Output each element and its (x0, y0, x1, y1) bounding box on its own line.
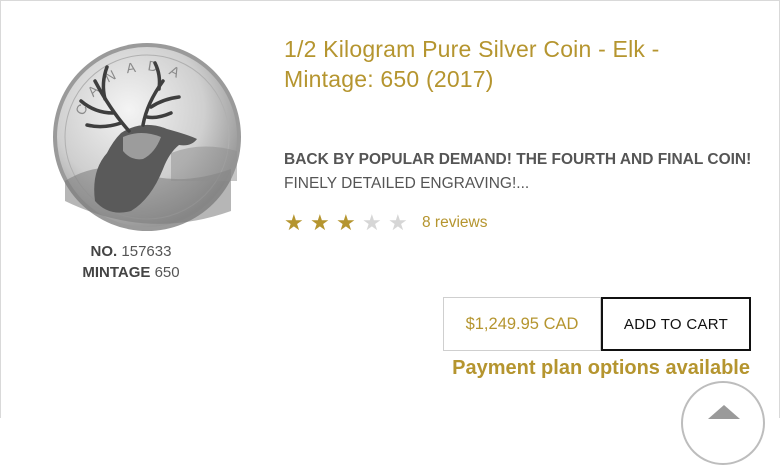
description-text: FINELY DETAILED ENGRAVING!... (284, 175, 530, 192)
coin-number-value: 157633 (121, 243, 172, 260)
scroll-to-top-button[interactable] (681, 381, 765, 465)
description-highlight: BACK BY POPULAR DEMAND! THE FOURTH AND F… (284, 151, 752, 168)
product-card: CANADA NO. 157633 MINTAGE 650 1/2 Kilogr… (0, 0, 780, 465)
coin-number-label: NO. (90, 243, 118, 260)
scroll-to-top-icon (708, 405, 740, 419)
coin-mintage: MINTAGE 650 (41, 262, 221, 283)
add-to-cart-button[interactable]: ADD TO CART (601, 297, 751, 351)
mintage-value: 650 (154, 264, 180, 281)
product-rating[interactable]: ★ ★ ★ ★ ★ 8 reviews (284, 210, 487, 236)
coin-number: NO. 157633 (41, 241, 221, 262)
price-box: $1,249.95 CAD (443, 297, 601, 351)
coin-specs: NO. 157633 MINTAGE 650 (41, 241, 221, 283)
star-icon: ★ (362, 210, 382, 235)
star-icon: ★ (284, 210, 304, 235)
star-icon: ★ (336, 210, 356, 235)
star-icon: ★ (310, 210, 330, 235)
payment-plan-link[interactable]: Payment plan options available (424, 354, 750, 382)
coin-image[interactable]: CANADA (51, 41, 243, 233)
product-description: BACK BY POPULAR DEMAND! THE FOURTH AND F… (284, 148, 754, 196)
star-icon: ★ (388, 210, 408, 235)
reviews-link[interactable]: 8 reviews (422, 214, 487, 232)
product-title[interactable]: 1/2 Kilogram Pure Silver Coin - Elk - Mi… (284, 34, 754, 94)
mintage-label: MINTAGE (82, 264, 151, 281)
coin-graphic: CANADA (53, 43, 241, 231)
